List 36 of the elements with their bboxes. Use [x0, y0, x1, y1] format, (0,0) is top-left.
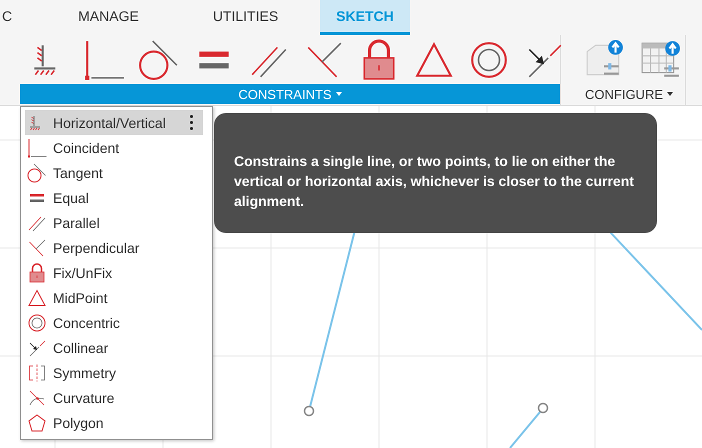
more-icon[interactable]	[190, 115, 193, 130]
sketch-point	[304, 406, 314, 416]
concentric-circles-icon	[27, 312, 47, 332]
pentagon-icon	[27, 412, 47, 432]
collinear-icon	[27, 338, 47, 358]
menu-item[interactable]: Horizontal/Vertical	[25, 110, 203, 135]
menu-item[interactable]: Equal	[25, 185, 203, 210]
menu-item[interactable]: Coincident	[25, 135, 203, 160]
menu-item[interactable]: Fix/UnFix	[25, 260, 203, 285]
caret-icon	[667, 92, 673, 96]
curvature-icon	[27, 388, 47, 408]
ribbon-tab[interactable]: UTILITIES	[202, 0, 288, 35]
triangle-icon	[27, 288, 47, 308]
perpendicular-icon	[27, 238, 47, 258]
symmetry-icon	[27, 362, 47, 382]
circle-tangent-icon	[138, 38, 180, 80]
caret-icon	[336, 92, 342, 96]
sketch-point	[538, 402, 548, 414]
tooltip-text: Constrains a single line, or two points, to lie on either the vertical or horizontal axis, whichever is closer to the current alignment.	[234, 152, 635, 211]
menu-item[interactable]: Tangent	[25, 160, 203, 185]
menu-item[interactable]: Concentric	[25, 310, 203, 335]
corner-icon	[83, 38, 125, 80]
ribbon-tab[interactable]: MANAGE	[68, 0, 149, 35]
panel-dropdown[interactable]: CONFIGURE	[577, 84, 681, 104]
menu-item[interactable]: MidPoint	[25, 285, 203, 310]
menu-item[interactable]: Curvature	[25, 385, 203, 410]
sketch-line	[509, 411, 541, 448]
corner-icon	[27, 138, 47, 158]
menu-item[interactable]: Polygon	[25, 410, 203, 435]
circle-tangent-icon	[27, 162, 47, 182]
lock-icon	[27, 262, 47, 282]
menu-item[interactable]: Symmetry	[25, 360, 203, 385]
ribbon-tab[interactable]: C	[0, 0, 22, 35]
menu-item[interactable]: Collinear	[25, 335, 203, 360]
menu-item[interactable]: Perpendicular	[25, 235, 203, 260]
menu-item[interactable]: Parallel	[25, 210, 203, 235]
